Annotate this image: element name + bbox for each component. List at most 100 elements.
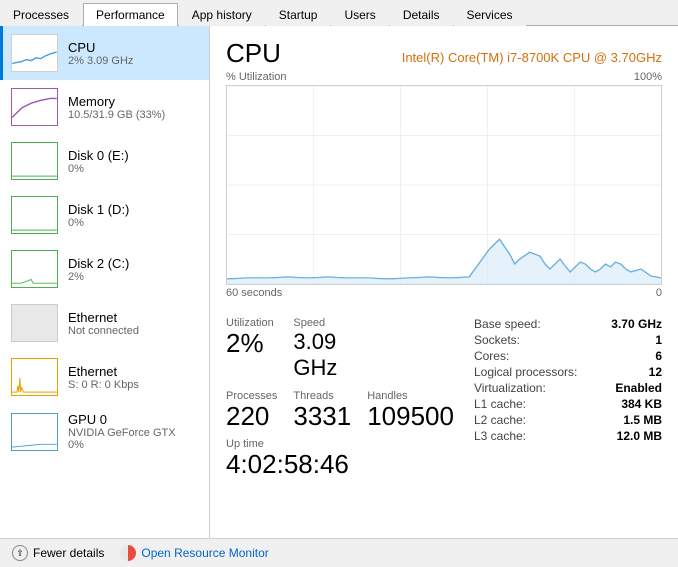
tab-processes[interactable]: Processes xyxy=(0,3,82,26)
gpu0-subtitle2: 0% xyxy=(68,439,201,451)
ethernet1-info: Ethernet S: 0 R: 0 Kbps xyxy=(68,364,201,391)
disk1-subtitle: 0% xyxy=(68,217,201,229)
sidebar-item-cpu[interactable]: CPU 2% 3.09 GHz xyxy=(0,26,209,80)
memory-info: Memory 10.5/31.9 GB (33%) xyxy=(68,94,201,121)
ethernet0-thumbnail xyxy=(11,304,58,342)
chevron-up-icon: ⇧ xyxy=(12,545,28,561)
footer: ⇧ Fewer details Open Resource Monitor xyxy=(0,538,678,567)
sockets-row: Sockets: 1 xyxy=(474,333,662,347)
bottom-section: Utilization 2% Speed 3.09 GHz Processes … xyxy=(226,307,662,479)
fewer-details-button[interactable]: ⇧ Fewer details xyxy=(12,545,104,561)
sidebar-item-disk1[interactable]: Disk 1 (D:) 0% xyxy=(0,188,209,242)
disk2-thumbnail xyxy=(11,250,58,288)
chart-label-right: 100% xyxy=(634,71,662,83)
panel-cpu-model: Intel(R) Core(TM) i7-8700K CPU @ 3.70GHz xyxy=(402,50,662,65)
l2-key: L2 cache: xyxy=(474,413,526,427)
chart-label-row: % Utilization 100% xyxy=(226,71,662,83)
cores-val: 6 xyxy=(655,349,662,363)
chart-time-row: 60 seconds 0 xyxy=(226,287,662,299)
tab-services[interactable]: Services xyxy=(454,3,526,26)
app-window: Processes Performance App history Startu… xyxy=(0,0,678,567)
cpu-chart xyxy=(226,85,662,285)
open-resource-monitor-label: Open Resource Monitor xyxy=(141,546,268,560)
cpu-title: CPU xyxy=(68,40,201,55)
cores-row: Cores: 6 xyxy=(474,349,662,363)
logical-val: 12 xyxy=(649,365,662,379)
cpu-thumbnail xyxy=(11,34,58,72)
memory-thumbnail xyxy=(11,88,58,126)
resource-monitor-icon xyxy=(120,545,136,561)
l1-val: 384 KB xyxy=(621,397,662,411)
gpu0-subtitle: NVIDIA GeForce GTX xyxy=(68,427,201,439)
virtualization-key: Virtualization: xyxy=(474,381,546,395)
sidebar-item-disk0[interactable]: Disk 0 (E:) 0% xyxy=(0,134,209,188)
sidebar-item-memory[interactable]: Memory 10.5/31.9 GB (33%) xyxy=(0,80,209,134)
tab-app-history[interactable]: App history xyxy=(179,3,265,26)
handles-block: Handles 109500 xyxy=(367,390,454,431)
base-speed-key: Base speed: xyxy=(474,317,541,331)
processes-block: Processes 220 xyxy=(226,390,277,431)
info-section: Base speed: 3.70 GHz Sockets: 1 Cores: 6 xyxy=(474,307,662,479)
threads-value: 3331 xyxy=(293,402,351,431)
processes-value: 220 xyxy=(226,402,277,431)
l2-val: 1.5 MB xyxy=(623,413,662,427)
ethernet0-subtitle: Not connected xyxy=(68,325,201,337)
stats-grid: Utilization 2% Speed 3.09 GHz Processes … xyxy=(226,317,454,479)
virtualization-val: Enabled xyxy=(615,381,662,395)
disk0-info: Disk 0 (E:) 0% xyxy=(68,148,201,175)
speed-value: 3.09 GHz xyxy=(293,329,351,382)
tab-performance[interactable]: Performance xyxy=(83,3,178,26)
cpu-subtitle: 2% 3.09 GHz xyxy=(68,55,201,67)
disk1-thumbnail xyxy=(11,196,58,234)
tab-startup[interactable]: Startup xyxy=(266,3,331,26)
cores-key: Cores: xyxy=(474,349,509,363)
main-content: CPU 2% 3.09 GHz Memory 10.5/31.9 GB (33%… xyxy=(0,26,678,538)
utilization-block: Utilization 2% xyxy=(226,317,277,382)
handles-value: 109500 xyxy=(367,402,454,431)
disk0-title: Disk 0 (E:) xyxy=(68,148,201,163)
logical-key: Logical processors: xyxy=(474,365,577,379)
ethernet1-thumbnail xyxy=(11,358,58,396)
sidebar-item-ethernet0[interactable]: Ethernet Not connected xyxy=(0,296,209,350)
speed-block: Speed 3.09 GHz xyxy=(293,317,351,382)
uptime-block: Up time 4:02:58:46 xyxy=(226,438,454,479)
sockets-key: Sockets: xyxy=(474,333,520,347)
disk0-subtitle: 0% xyxy=(68,163,201,175)
memory-subtitle: 10.5/31.9 GB (33%) xyxy=(68,109,201,121)
tab-users[interactable]: Users xyxy=(331,3,388,26)
ethernet0-title: Ethernet xyxy=(68,310,201,325)
handles-label: Handles xyxy=(367,390,454,402)
sidebar-item-ethernet1[interactable]: Ethernet S: 0 R: 0 Kbps xyxy=(0,350,209,404)
base-speed-val: 3.70 GHz xyxy=(611,317,662,331)
chart-time-left: 60 seconds xyxy=(226,287,282,299)
cpu-info: CPU 2% 3.09 GHz xyxy=(68,40,201,67)
disk2-title: Disk 2 (C:) xyxy=(68,256,201,271)
speed-label: Speed xyxy=(293,317,351,329)
uptime-value: 4:02:58:46 xyxy=(226,450,454,479)
stats-section: Utilization 2% Speed 3.09 GHz Processes … xyxy=(226,307,454,479)
tab-bar: Processes Performance App history Startu… xyxy=(0,0,678,26)
l2-row: L2 cache: 1.5 MB xyxy=(474,413,662,427)
virtualization-row: Virtualization: Enabled xyxy=(474,381,662,395)
panel-title: CPU xyxy=(226,38,281,69)
sidebar-item-gpu0[interactable]: GPU 0 NVIDIA GeForce GTX 0% xyxy=(0,404,209,459)
memory-title: Memory xyxy=(68,94,201,109)
open-resource-monitor-link[interactable]: Open Resource Monitor xyxy=(120,545,268,561)
gpu0-thumbnail xyxy=(11,413,58,451)
sidebar-item-disk2[interactable]: Disk 2 (C:) 2% xyxy=(0,242,209,296)
threads-label: Threads xyxy=(293,390,351,402)
base-speed-row: Base speed: 3.70 GHz xyxy=(474,317,662,331)
gpu0-info: GPU 0 NVIDIA GeForce GTX 0% xyxy=(68,412,201,451)
threads-block: Threads 3331 xyxy=(293,390,351,431)
gpu0-title: GPU 0 xyxy=(68,412,201,427)
disk1-title: Disk 1 (D:) xyxy=(68,202,201,217)
tab-details[interactable]: Details xyxy=(390,3,453,26)
sockets-val: 1 xyxy=(655,333,662,347)
chart-label-left: % Utilization xyxy=(226,71,287,83)
fewer-details-label: Fewer details xyxy=(33,546,104,560)
ethernet0-info: Ethernet Not connected xyxy=(68,310,201,337)
disk1-info: Disk 1 (D:) 0% xyxy=(68,202,201,229)
utilization-value: 2% xyxy=(226,329,277,358)
right-panel: CPU Intel(R) Core(TM) i7-8700K CPU @ 3.7… xyxy=(210,26,678,538)
logical-row: Logical processors: 12 xyxy=(474,365,662,379)
